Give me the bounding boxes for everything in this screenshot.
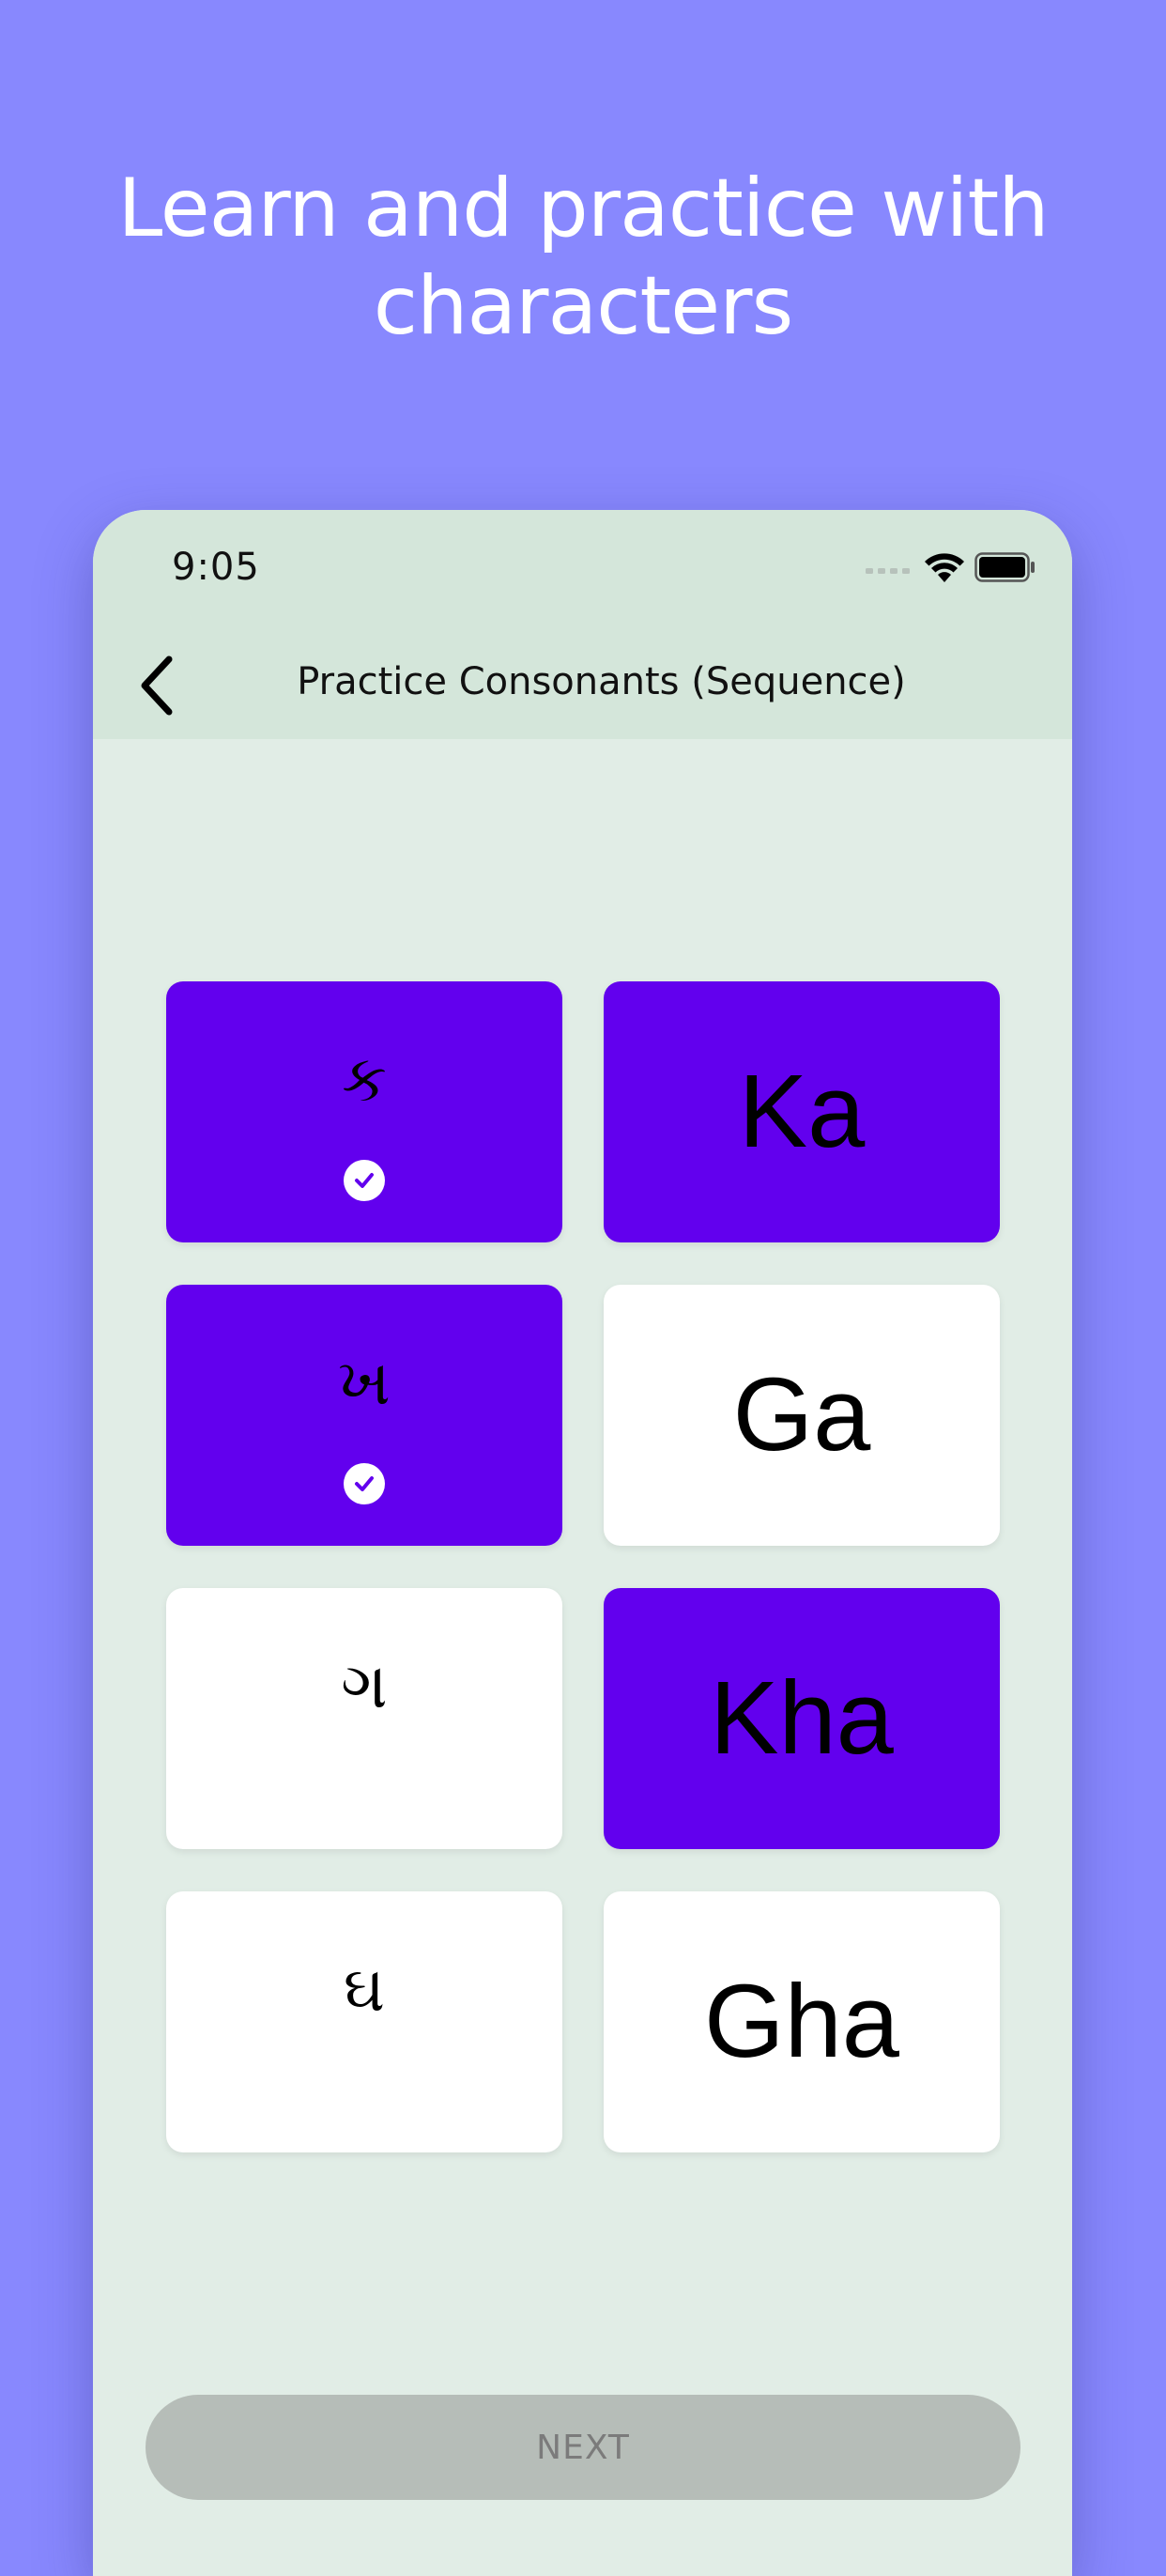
- card-transliteration: Ka: [738, 1054, 866, 1169]
- headline-line-1: Learn and practice with: [117, 162, 1049, 255]
- phone-screen: 9:05 Practice Consonants (Sequence) ક Ka…: [93, 510, 1072, 2576]
- card-gujarati-gha[interactable]: ઘ: [166, 1891, 562, 2152]
- card-transliteration: Kha: [710, 1660, 894, 1776]
- headline-line-2: characters: [373, 259, 794, 353]
- check-circle-icon: [344, 1160, 385, 1201]
- card-character: ગ: [341, 1649, 388, 1723]
- card-gujarati-ga[interactable]: ગ: [166, 1588, 562, 1849]
- card-roman-kha[interactable]: Kha: [604, 1588, 1000, 1849]
- status-bar: 9:05: [93, 510, 1072, 632]
- battery-icon: [974, 552, 1036, 587]
- nav-bar: Practice Consonants (Sequence): [93, 632, 1072, 739]
- card-character: ઘ: [343, 1952, 386, 2027]
- status-icons: [866, 551, 1036, 588]
- card-character: ખ: [338, 1346, 391, 1420]
- next-button[interactable]: NEXT: [146, 2395, 1020, 2500]
- check-circle-icon: [344, 1463, 385, 1504]
- headline: Learn and practice with characters: [0, 160, 1166, 355]
- status-time: 9:05: [172, 546, 260, 589]
- card-gujarati-kha[interactable]: ખ: [166, 1285, 562, 1546]
- card-transliteration: Ga: [732, 1357, 871, 1473]
- card-roman-ga[interactable]: Ga: [604, 1285, 1000, 1546]
- wifi-icon: [924, 551, 965, 588]
- card-transliteration: Gha: [704, 1964, 899, 2079]
- cellular-signal-icon: [866, 561, 914, 578]
- card-character: ક: [341, 1042, 387, 1117]
- chevron-left-icon: [139, 656, 176, 720]
- back-button[interactable]: [125, 655, 191, 720]
- card-roman-gha[interactable]: Gha: [604, 1891, 1000, 2152]
- card-roman-ka[interactable]: Ka: [604, 981, 1000, 1242]
- card-gujarati-ka[interactable]: ક: [166, 981, 562, 1242]
- page-title: Practice Consonants (Sequence): [297, 660, 906, 703]
